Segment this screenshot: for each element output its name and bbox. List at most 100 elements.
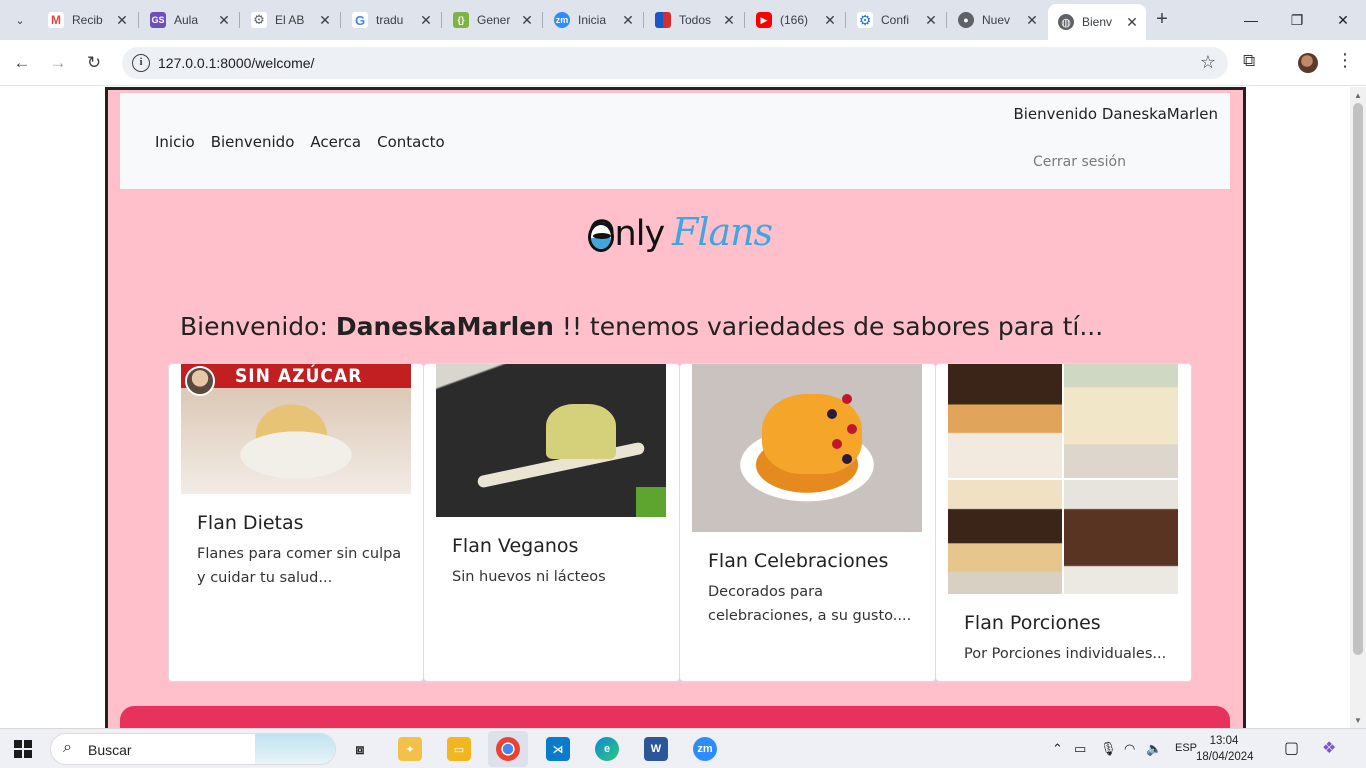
google-icon: G bbox=[352, 12, 368, 28]
browser-tab-active[interactable]: ◍ Bienv ✕ bbox=[1048, 4, 1146, 40]
bookmark-star-icon[interactable]: ☆ bbox=[1200, 52, 1216, 73]
volume-icon[interactable]: 🔈 bbox=[1146, 741, 1162, 757]
windows-start-icon[interactable] bbox=[14, 740, 32, 758]
card-flan-celebraciones[interactable]: Flan Celebraciones Decorados para celebr… bbox=[680, 363, 936, 682]
nav-link-bienvenido[interactable]: Bienvenido bbox=[211, 133, 295, 151]
tab-title: (166) bbox=[780, 13, 809, 27]
tab-separator bbox=[138, 12, 139, 28]
close-tab-icon[interactable]: ✕ bbox=[418, 12, 434, 29]
scroll-down-arrow-icon[interactable]: ▼ bbox=[1354, 716, 1362, 725]
word-icon[interactable]: W bbox=[644, 737, 668, 761]
edge-icon[interactable]: e bbox=[595, 737, 619, 761]
scroll-up-arrow-icon[interactable]: ▲ bbox=[1354, 91, 1362, 100]
browser-tab[interactable]: M Recib ✕ bbox=[38, 6, 136, 34]
tab-title: El AB bbox=[275, 13, 305, 27]
page-scrollbar[interactable]: ▲ ▼ bbox=[1350, 87, 1366, 728]
logout-link[interactable]: Cerrar sesión bbox=[1033, 154, 1126, 170]
file-explorer-icon[interactable]: ▭ bbox=[447, 737, 471, 761]
tab-search-chevron-icon[interactable]: ⌄ bbox=[8, 8, 32, 32]
close-tab-icon[interactable]: ✕ bbox=[620, 12, 636, 29]
close-tab-icon[interactable]: ✕ bbox=[822, 12, 838, 29]
close-tab-icon[interactable]: ✕ bbox=[519, 12, 535, 29]
scroll-thumb[interactable] bbox=[1353, 103, 1363, 655]
taskbar-clock[interactable]: 13:04 18/04/2024 bbox=[1196, 733, 1254, 765]
headline-prefix: Bienvenido: bbox=[180, 312, 336, 341]
close-tab-icon[interactable]: ✕ bbox=[317, 12, 333, 29]
browser-tab[interactable]: {} Gener ✕ bbox=[443, 6, 541, 34]
tab-title: Aula bbox=[174, 13, 199, 27]
extensions-puzzle-icon[interactable]: ⧉ bbox=[1243, 51, 1255, 71]
forward-arrow-icon[interactable]: → bbox=[45, 50, 71, 76]
nav-link-inicio[interactable]: Inicio bbox=[155, 133, 195, 151]
copilot-icon[interactable]: ❖ bbox=[1322, 738, 1336, 758]
tab-title: Recib bbox=[72, 13, 103, 27]
tab-title: Inicia bbox=[578, 13, 607, 27]
microphone-icon[interactable]: 🎙 bbox=[1100, 741, 1117, 757]
browser-tab[interactable]: ⚙ Confi ✕ bbox=[847, 6, 945, 34]
browser-tab[interactable]: ⚙ El AB ✕ bbox=[241, 6, 339, 34]
clock-date: 18/04/2024 bbox=[1196, 751, 1254, 763]
browser-tab[interactable]: Todos ✕ bbox=[645, 6, 743, 34]
flag-icon bbox=[655, 12, 671, 28]
address-bar[interactable]: i 127.0.0.1:8000/welcome/ ☆ bbox=[122, 47, 1228, 79]
vscode-icon[interactable]: ⋊ bbox=[546, 737, 570, 761]
close-tab-icon[interactable]: ✕ bbox=[721, 12, 737, 29]
site-info-icon[interactable]: i bbox=[132, 54, 150, 72]
close-window-icon[interactable]: ✕ bbox=[1320, 6, 1366, 34]
card-flan-porciones[interactable]: Flan Porciones Por Porciones individuale… bbox=[936, 363, 1192, 682]
restore-icon[interactable]: ❐ bbox=[1274, 6, 1320, 34]
nav-link-acerca[interactable]: Acerca bbox=[310, 133, 361, 151]
browser-tab[interactable]: G tradu ✕ bbox=[342, 6, 440, 34]
json-icon: {} bbox=[453, 12, 469, 28]
language-indicator[interactable]: ESP bbox=[1175, 742, 1197, 754]
gear-icon: ⚙ bbox=[857, 11, 873, 28]
profile-avatar[interactable] bbox=[1298, 53, 1318, 73]
close-tab-icon[interactable]: ✕ bbox=[1024, 12, 1040, 29]
tab-separator bbox=[542, 12, 543, 28]
minimize-icon[interactable]: — bbox=[1228, 6, 1274, 34]
search-icon: ⌕ bbox=[63, 739, 72, 756]
headline-suffix: !! tenemos variedades de sabores para tí… bbox=[553, 312, 1104, 341]
tab-title: tradu bbox=[376, 13, 404, 27]
new-tab-plus-icon[interactable]: + bbox=[1150, 8, 1174, 32]
tab-separator bbox=[744, 12, 745, 28]
taskbar-search[interactable]: ⌕ Buscar bbox=[50, 733, 336, 765]
wifi-icon[interactable]: ◠ bbox=[1124, 741, 1135, 757]
back-arrow-icon[interactable]: ← bbox=[9, 50, 35, 76]
top-navbar: Inicio Bienvenido Acerca Contacto Bienve… bbox=[120, 93, 1230, 189]
browser-tab[interactable]: GS Aula ✕ bbox=[140, 6, 238, 34]
reload-icon[interactable]: ↻ bbox=[81, 50, 107, 76]
card-flan-veganos[interactable]: Flan Veganos Sin huevos ni lácteos bbox=[424, 363, 680, 682]
browser-tab[interactable]: ▶ (166) ✕ bbox=[746, 6, 844, 34]
browser-tab-strip: ⌄ M Recib ✕ GS Aula ✕ ⚙ El AB ✕ G tradu … bbox=[0, 0, 1366, 40]
tab-title: Bienv bbox=[1082, 15, 1113, 29]
browser-tab[interactable]: zm Inicia ✕ bbox=[544, 6, 642, 34]
gmail-icon: M bbox=[48, 12, 64, 28]
tab-separator bbox=[441, 12, 442, 28]
zoom-taskbar-icon[interactable]: zm bbox=[693, 737, 717, 761]
close-tab-icon[interactable]: ✕ bbox=[114, 12, 130, 29]
close-tab-icon[interactable]: ✕ bbox=[1124, 14, 1140, 31]
card-title: Flan Celebraciones bbox=[708, 550, 889, 572]
chrome-taskbar-icon[interactable] bbox=[496, 737, 520, 761]
nav-link-contacto[interactable]: Contacto bbox=[377, 133, 445, 151]
page-container: Inicio Bienvenido Acerca Contacto Bienve… bbox=[105, 87, 1246, 728]
page-viewport: Inicio Bienvenido Acerca Contacto Bienve… bbox=[0, 87, 1350, 728]
close-tab-icon[interactable]: ✕ bbox=[923, 12, 939, 29]
card-title: Flan Dietas bbox=[197, 512, 304, 534]
widgets-icon[interactable]: ✦ bbox=[398, 737, 422, 761]
tray-chevron-up-icon[interactable]: ⌃ bbox=[1052, 741, 1063, 757]
battery-icon[interactable]: ▭ bbox=[1074, 741, 1086, 757]
address-url[interactable]: 127.0.0.1:8000/welcome/ bbox=[158, 55, 314, 71]
search-placeholder: Buscar bbox=[88, 742, 132, 758]
notification-icon[interactable]: ▢ bbox=[1284, 738, 1299, 758]
card-text: Flanes para comer sin culpa y cuidar tu … bbox=[197, 546, 402, 586]
browser-tab[interactable]: ● Nuev ✕ bbox=[948, 6, 1046, 34]
menu-kebab-icon[interactable]: ⋮ bbox=[1336, 50, 1354, 71]
close-tab-icon[interactable]: ✕ bbox=[216, 12, 232, 29]
card-title: Flan Veganos bbox=[452, 535, 579, 557]
card-flan-dietas[interactable]: SIN AZÚCAR Flan Dietas Flanes para comer… bbox=[168, 363, 424, 682]
logo-text-flans: Flans bbox=[672, 210, 773, 254]
task-view-icon[interactable]: ⧈ bbox=[348, 737, 372, 761]
card-image-flan-sin-azucar: SIN AZÚCAR bbox=[181, 364, 411, 494]
